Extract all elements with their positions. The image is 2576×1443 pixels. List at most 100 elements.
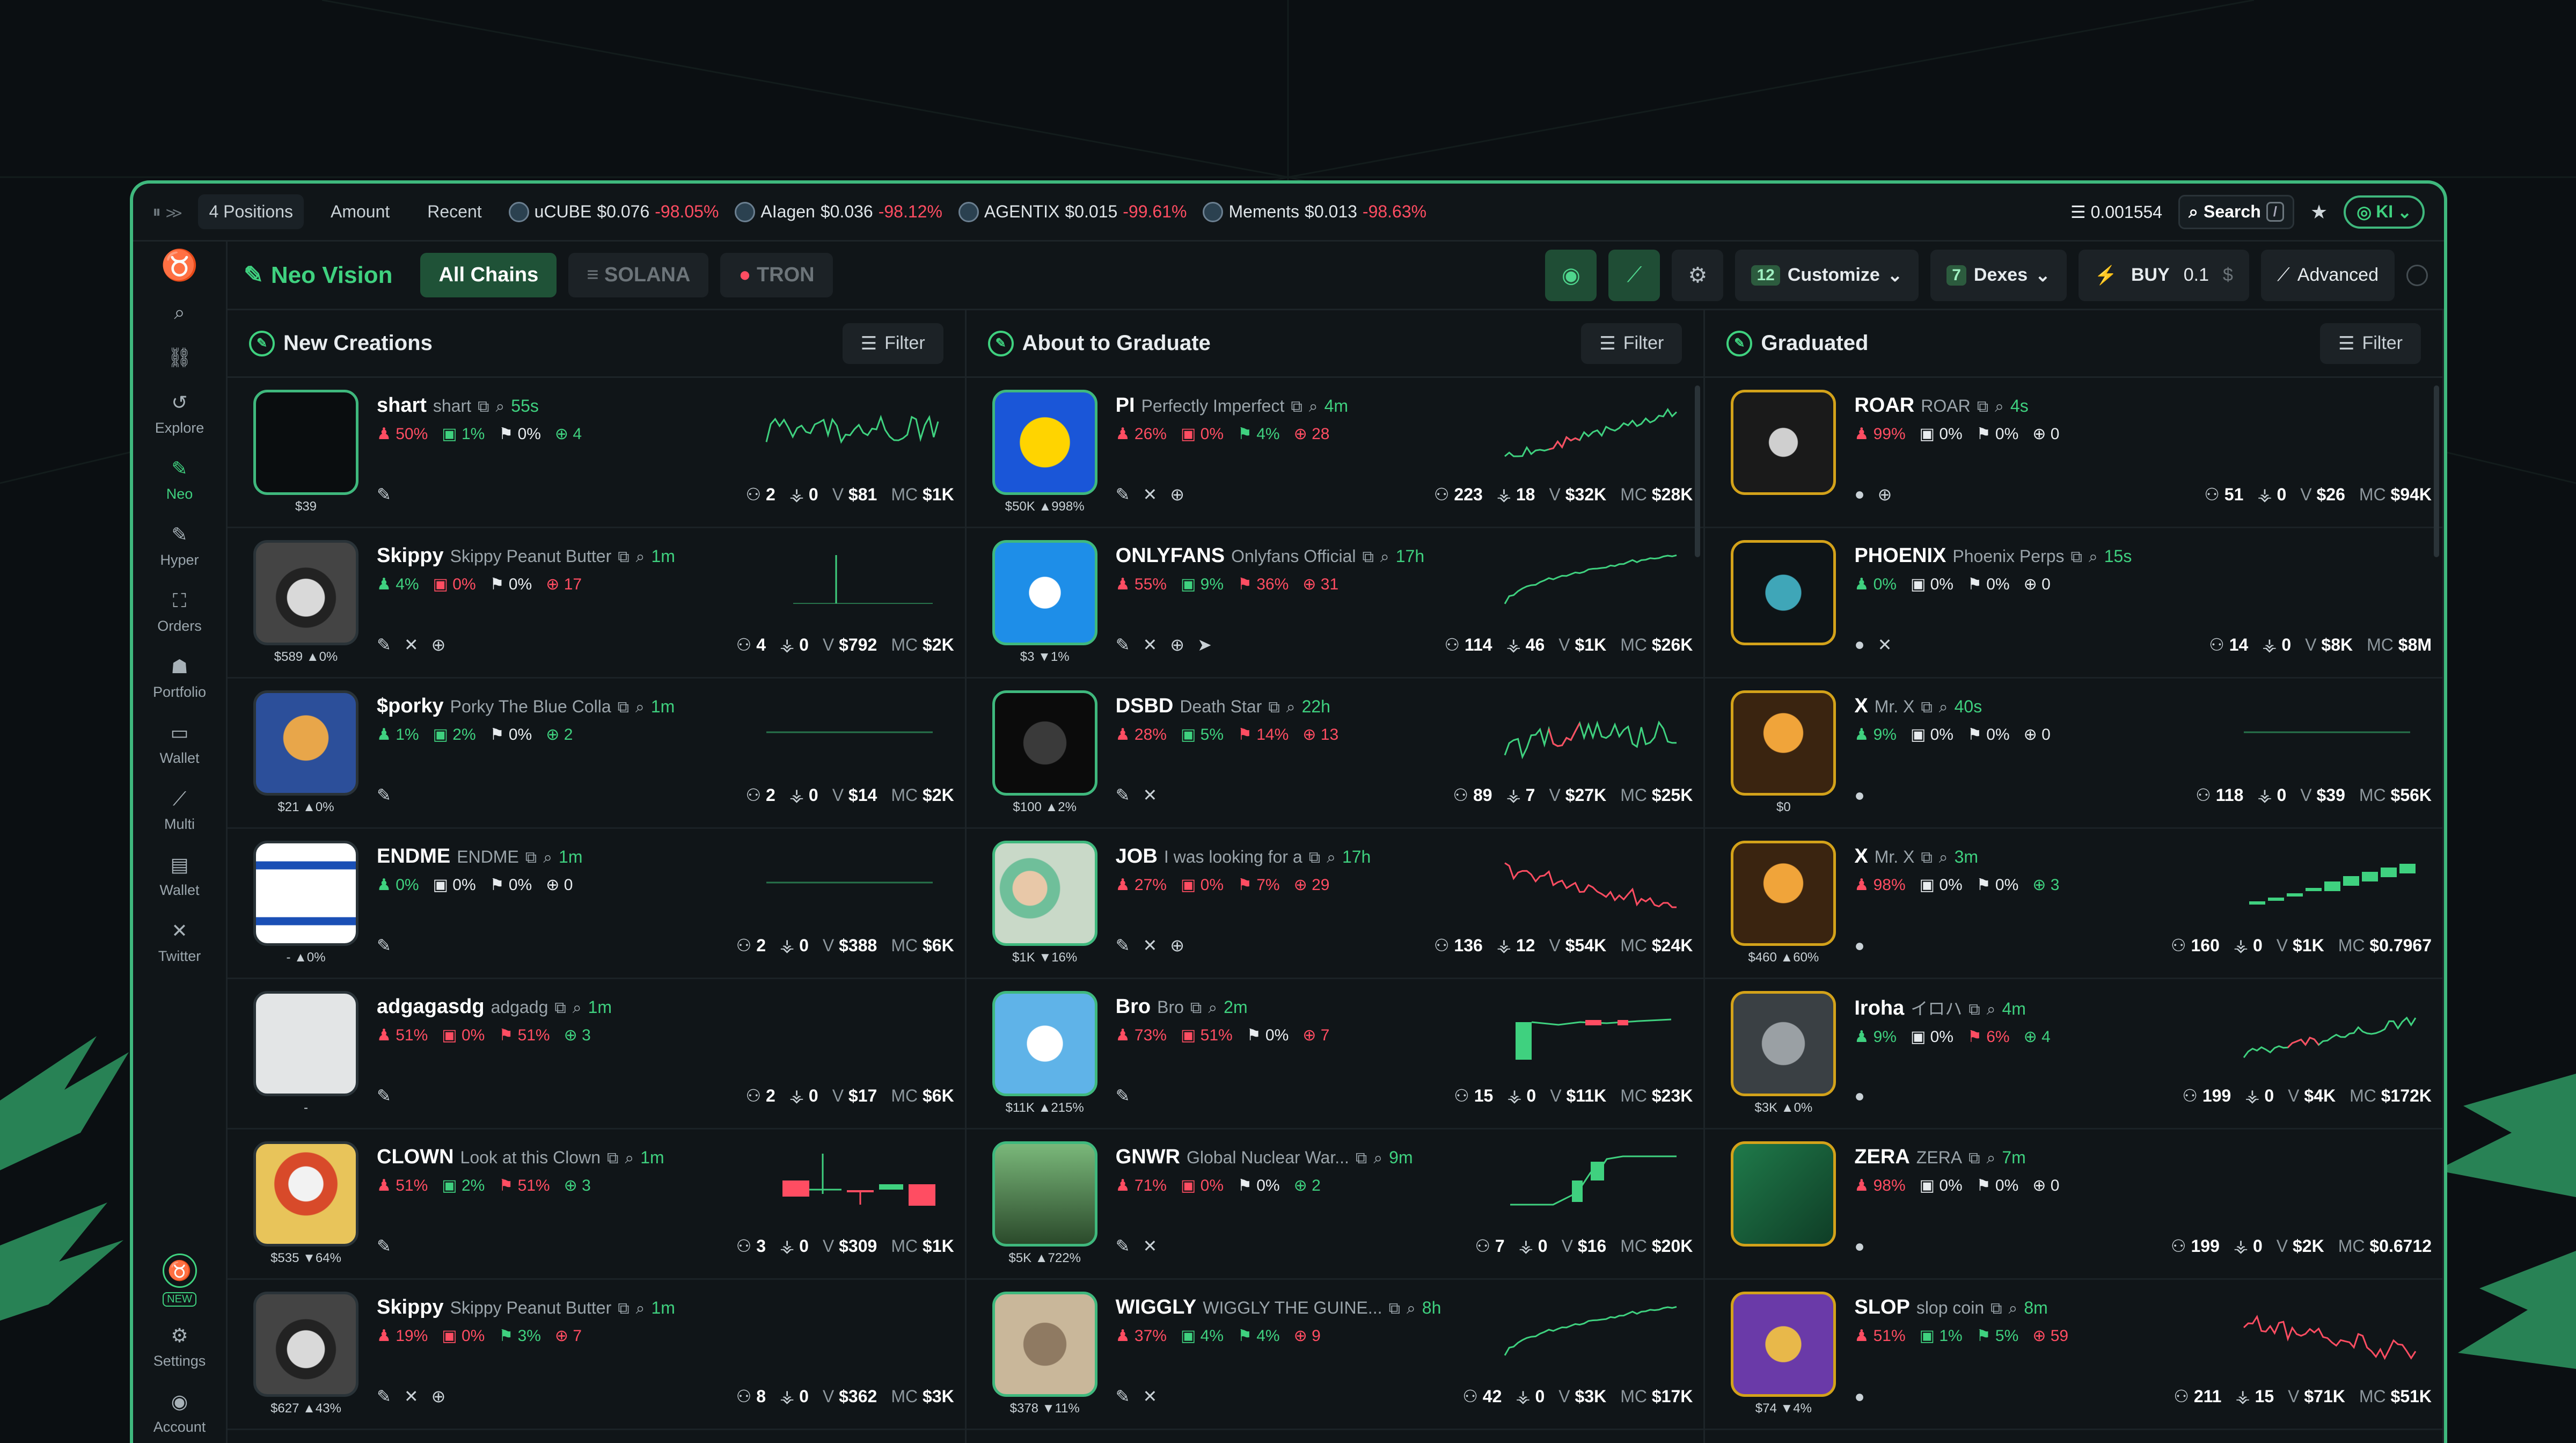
search-icon[interactable]: ⌕: [1939, 698, 1948, 717]
token-ticker[interactable]: SLOP: [1854, 1296, 1909, 1319]
search-icon[interactable]: ⌕: [2009, 1300, 2018, 1318]
sidebar-item-settings[interactable]: ⚙ Settings: [142, 1323, 217, 1369]
search-icon[interactable]: ⌕: [1987, 1001, 1996, 1019]
x-icon[interactable]: ✕: [1143, 1386, 1157, 1406]
token-row[interactable]: ROAR ROAR ⧉ ⌕ 4s ♟ 99% ▣ 0% ⚑ 0% ⊕ 0 ● ⊕ ⚇ 51 ⚶ 0V $…: [1705, 378, 2443, 528]
search-icon[interactable]: ⌕: [1987, 1149, 1996, 1168]
search-box[interactable]: ⌕ Search /: [2178, 194, 2294, 229]
sidebar-item-search[interactable]: ⌕: [142, 300, 217, 325]
globe-icon[interactable]: ⊕: [1878, 484, 1892, 505]
token-image[interactable]: [253, 390, 358, 495]
copy-icon[interactable]: ⧉: [1990, 1300, 2002, 1318]
copy-icon[interactable]: ⧉: [554, 999, 566, 1017]
token-image[interactable]: [1731, 1141, 1836, 1247]
scrollbar[interactable]: [1695, 385, 1701, 557]
sidebar-new-feature[interactable]: ♉ NEW: [142, 1253, 217, 1307]
globe-icon[interactable]: ⊕: [431, 635, 446, 655]
copy-icon[interactable]: ⧉: [1921, 698, 1932, 717]
pump-icon[interactable]: ✎: [1116, 1085, 1130, 1106]
token-row[interactable]: $535 ▼64% CLOWN Look at this Clown ⧉ ⌕ 1m ♟ 51…: [228, 1129, 965, 1280]
positions-button[interactable]: 4 Positions: [198, 194, 304, 229]
copy-icon[interactable]: ⧉: [618, 1300, 629, 1318]
token-row[interactable]: $378 ▼11% WIGGLY WIGGLY THE GUINE... ⧉ ⌕ 8h ♟ …: [966, 1280, 1704, 1430]
scrollbar[interactable]: [2434, 385, 2440, 557]
x-icon[interactable]: ✕: [1878, 635, 1892, 655]
buy-amount-input[interactable]: 0.1: [2184, 265, 2209, 286]
copy-icon[interactable]: ⧉: [525, 849, 537, 867]
filter-button[interactable]: ☰ Filter: [2319, 323, 2421, 364]
token-row[interactable]: PHOENIX Phoenix Perps ⧉ ⌕ 15s ♟ 0% ▣ 0% ⚑ 0% ⊕ 0…: [1705, 528, 2443, 679]
token-image[interactable]: [253, 1141, 358, 1247]
sidebar-item-wallet[interactable]: ▭ Wallet: [142, 720, 217, 767]
pump-icon[interactable]: ●: [1854, 635, 1864, 655]
copy-icon[interactable]: ⧉: [2071, 548, 2082, 566]
token-row[interactable]: $0 X Mr. X ⧉ ⌕ 40s ♟ 9% ▣ 0% ⚑ 0% ⊕ 0 ● ⚇ 118 ⚶ 0 V $…: [1705, 679, 2443, 829]
pump-icon[interactable]: ✎: [377, 1386, 391, 1406]
token-row[interactable]: $39 shart shart ⧉ ⌕ 55s ♟ 50% ▣ 1% ⚑ 0% ⊕ 4 ✎ ⚇ 2 ⚶ …: [228, 378, 965, 528]
token-ticker[interactable]: shart: [377, 394, 427, 417]
ticker-item[interactable]: AIagen $0.036 -98.12%: [735, 201, 942, 222]
pump-icon[interactable]: ●: [1854, 936, 1864, 956]
copy-icon[interactable]: ⧉: [1268, 698, 1279, 717]
pump-icon[interactable]: ●: [1854, 1387, 1864, 1406]
token-ticker[interactable]: $porky: [377, 695, 444, 718]
ticker-item[interactable]: uCUBE $0.076 -98.05%: [508, 201, 719, 222]
x-icon[interactable]: ✕: [1143, 484, 1157, 505]
token-image[interactable]: [253, 1292, 358, 1397]
telegram-icon[interactable]: ➤: [1197, 635, 1212, 655]
account-menu-button[interactable]: ◎ KI ⌄: [2344, 195, 2425, 229]
search-icon[interactable]: ⌕: [543, 849, 552, 867]
token-image[interactable]: [1731, 991, 1836, 1096]
search-icon[interactable]: ⌕: [636, 1300, 645, 1318]
globe-icon[interactable]: ⊕: [1170, 935, 1184, 956]
token-image[interactable]: [992, 841, 1097, 946]
copy-icon[interactable]: ⧉: [1968, 1149, 1980, 1168]
token-row[interactable]: $3 ▼1% ONLYFANS Onlyfans Official ⧉ ⌕ 17h ♟ 55…: [966, 528, 1704, 679]
search-icon[interactable]: ⌕: [1208, 999, 1217, 1017]
token-row[interactable]: $589 ▲0% Skippy Skippy Peanut Butter ⧉ ⌕ 1m ♟ …: [228, 528, 965, 679]
lock-icon[interactable]: ⏸ ≫: [152, 202, 182, 222]
token-image[interactable]: [253, 690, 358, 796]
token-ticker[interactable]: Iroha: [1854, 997, 1904, 1020]
copy-icon[interactable]: ⧉: [1362, 548, 1373, 566]
token-image[interactable]: [1731, 841, 1836, 946]
search-icon[interactable]: ⌕: [1407, 1300, 1416, 1318]
ticker-item[interactable]: Mements $0.013 -98.63%: [1203, 201, 1426, 222]
advanced-button[interactable]: ⟋ Advanced: [2260, 249, 2395, 301]
globe-icon[interactable]: ⊕: [1170, 484, 1184, 505]
pump-icon[interactable]: ✎: [377, 1085, 391, 1106]
token-row[interactable]: $100 ▲2% DSBD Death Star ⧉ ⌕ 22h ♟ 28% ▣ 5% ⚑ 14…: [966, 679, 1704, 829]
filter-button[interactable]: ☰ Filter: [842, 323, 943, 364]
x-icon[interactable]: ✕: [1143, 935, 1157, 956]
sidebar-item-account[interactable]: ◉ Account: [142, 1389, 217, 1435]
token-row[interactable]: $21 ▲0% $porky Porky The Blue Colla ⧉ ⌕ 1m ♟ 1…: [228, 679, 965, 829]
globe-icon[interactable]: ⊕: [1170, 635, 1184, 655]
search-icon[interactable]: ⌕: [1373, 1149, 1382, 1168]
token-image[interactable]: [1731, 540, 1836, 645]
search-icon[interactable]: ⌕: [1286, 698, 1296, 717]
token-ticker[interactable]: GNWR: [1116, 1146, 1180, 1169]
search-icon[interactable]: ⌕: [625, 1149, 634, 1168]
chart-toggle-button[interactable]: ⟋: [1608, 249, 1660, 301]
token-row[interactable]: $460 ▲60% X Mr. X ⧉ ⌕ 3m ♟ 98% ▣ 0% ⚑ 0% ⊕ 3 ● ⚇ 16…: [1705, 829, 2443, 979]
filter-button[interactable]: ☰ Filter: [1581, 323, 1682, 364]
token-image[interactable]: [253, 540, 358, 645]
token-image[interactable]: [992, 390, 1097, 495]
copy-icon[interactable]: ⧉: [618, 698, 629, 717]
token-image[interactable]: [992, 1292, 1097, 1397]
pump-icon[interactable]: ●: [1854, 484, 1864, 505]
customize-dropdown[interactable]: 12 Customize ⌄: [1735, 249, 1919, 301]
copy-icon[interactable]: ⧉: [607, 1149, 618, 1168]
pump-icon[interactable]: ✎: [1116, 1386, 1130, 1406]
dexes-dropdown[interactable]: 7 Dexes ⌄: [1930, 249, 2067, 301]
copy-icon[interactable]: ⧉: [478, 398, 489, 416]
token-row[interactable]: $74 ▼4% SLOP slop coin ⧉ ⌕ 8m ♟ 51% ▣ 1% ⚑ 5% ⊕ 5…: [1705, 1280, 2443, 1430]
pump-icon[interactable]: ✎: [377, 1236, 391, 1256]
tab-all-chains[interactable]: All Chains: [420, 253, 557, 297]
sidebar-item-twitter[interactable]: ✕ Twitter: [142, 918, 217, 965]
token-image[interactable]: [1731, 390, 1836, 495]
pump-icon[interactable]: ✎: [1116, 635, 1130, 655]
token-image[interactable]: [992, 1141, 1097, 1247]
copy-icon[interactable]: ⧉: [1389, 1300, 1400, 1318]
token-row[interactable]: - adgagasdg adgadg ⧉ ⌕ 1m ♟ 51% ▣ 0% ⚑ 51% ⊕ 3 ✎ ⚇ …: [228, 979, 965, 1129]
